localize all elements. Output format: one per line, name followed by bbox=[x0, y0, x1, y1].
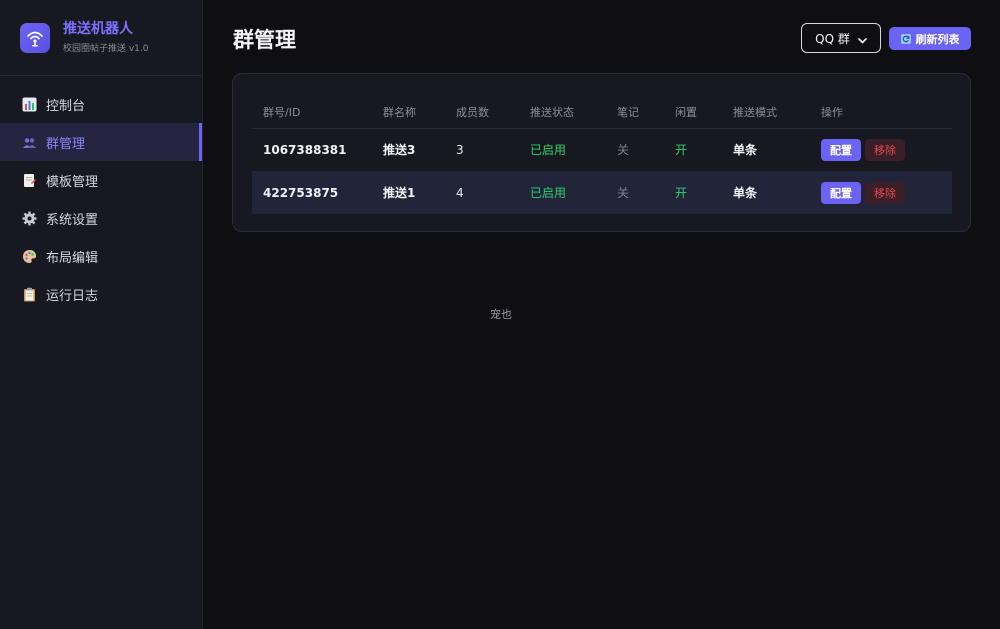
column-header: 操作 bbox=[810, 96, 952, 129]
sidebar-nav: 控制台 群管理 模板管理 系统设置 布局编辑 运行日志 bbox=[0, 76, 202, 313]
sidebar-item-layout[interactable]: 布局编辑 bbox=[0, 237, 202, 275]
clipboard-icon bbox=[21, 286, 37, 302]
brand: 推送机器人 校园圈帖子推送 v1.0 bbox=[0, 0, 202, 76]
sidebar: 推送机器人 校园圈帖子推送 v1.0 控制台 群管理 模板管理 系统设置 布局编… bbox=[0, 0, 203, 629]
page-title: 群管理 bbox=[233, 28, 296, 52]
sidebar-item-label: 群管理 bbox=[46, 136, 86, 152]
sidebar-item-label: 运行日志 bbox=[46, 288, 99, 304]
push-mode: 单条 bbox=[722, 171, 810, 214]
row-actions: 配置 移除 bbox=[810, 171, 952, 214]
table-row: 1067388381 推送3 3 已启用 关 开 单条 配置 移除 bbox=[252, 128, 952, 171]
column-header: 推送模式 bbox=[722, 96, 810, 129]
row-actions: 配置 移除 bbox=[810, 128, 952, 171]
group-table: 群号/ID 群名称 成员数 推送状态 笔记 闲置 推送模式 操作 1067388… bbox=[252, 96, 952, 214]
column-header: 闲置 bbox=[664, 96, 722, 129]
idle-status: 开 bbox=[664, 171, 722, 214]
idle-status: 开 bbox=[675, 143, 688, 158]
group-name: 推送3 bbox=[383, 143, 416, 158]
group-id: 422753875 bbox=[252, 171, 372, 214]
sidebar-item-label: 系统设置 bbox=[46, 212, 99, 228]
push-mode: 单条 bbox=[733, 143, 758, 158]
refresh-list-button[interactable]: 刷新列表 bbox=[889, 27, 971, 50]
app-title: 推送机器人 bbox=[63, 21, 133, 37]
table-header-row: 群号/ID 群名称 成员数 推送状态 笔记 闲置 推送模式 操作 bbox=[252, 96, 952, 129]
footer-text: 宠也 bbox=[490, 308, 512, 321]
group-type-select[interactable]: QQ 群 bbox=[801, 23, 881, 53]
palette-icon bbox=[21, 248, 37, 264]
refresh-icon bbox=[900, 33, 911, 44]
sidebar-item-label: 控制台 bbox=[46, 98, 86, 114]
group-list-card: 群号/ID 群名称 成员数 推送状态 笔记 闲置 推送模式 操作 1067388… bbox=[232, 73, 971, 232]
document-icon bbox=[21, 172, 37, 188]
column-header: 笔记 bbox=[606, 96, 664, 129]
table-row: 422753875 推送1 4 已启用 关 开 单条 配置 移除 bbox=[252, 171, 952, 214]
member-count: 4 bbox=[445, 171, 519, 214]
users-icon bbox=[21, 134, 37, 150]
group-name: 推送1 bbox=[372, 171, 445, 214]
sidebar-item-dashboard[interactable]: 控制台 bbox=[0, 85, 202, 123]
config-button[interactable]: 配置 bbox=[821, 138, 861, 161]
app-subtitle: 校园圈帖子推送 v1.0 bbox=[63, 44, 149, 54]
sidebar-item-settings[interactable]: 系统设置 bbox=[0, 199, 202, 237]
group-id: 1067388381 bbox=[263, 142, 347, 157]
group-type-select-value: QQ 群 bbox=[815, 31, 850, 46]
push-status: 已启用 bbox=[530, 143, 567, 158]
gear-icon bbox=[21, 210, 37, 226]
column-header: 群名称 bbox=[372, 96, 445, 129]
wifi-icon bbox=[20, 22, 50, 53]
column-header: 推送状态 bbox=[519, 96, 606, 129]
push-status: 已启用 bbox=[519, 171, 606, 214]
notes-status: 关 bbox=[606, 171, 664, 214]
sidebar-item-label: 模板管理 bbox=[46, 174, 99, 190]
chart-icon bbox=[21, 96, 37, 112]
main-content: 群管理 QQ 群 刷新列表 群号/ID 群名称 成员数 推送状态 笔记 闲置 推… bbox=[203, 0, 1000, 629]
sidebar-item-groups[interactable]: 群管理 bbox=[0, 123, 202, 161]
notes-status: 关 bbox=[617, 143, 630, 158]
refresh-list-label: 刷新列表 bbox=[915, 32, 960, 46]
config-button[interactable]: 配置 bbox=[821, 181, 861, 204]
sidebar-item-templates[interactable]: 模板管理 bbox=[0, 161, 202, 199]
column-header: 成员数 bbox=[445, 96, 519, 129]
sidebar-item-logs[interactable]: 运行日志 bbox=[0, 275, 202, 313]
chevron-down-icon bbox=[858, 29, 867, 48]
member-count: 3 bbox=[456, 142, 464, 157]
remove-button[interactable]: 移除 bbox=[865, 138, 905, 161]
column-header: 群号/ID bbox=[252, 96, 372, 129]
remove-button[interactable]: 移除 bbox=[865, 181, 905, 204]
sidebar-item-label: 布局编辑 bbox=[46, 250, 99, 266]
